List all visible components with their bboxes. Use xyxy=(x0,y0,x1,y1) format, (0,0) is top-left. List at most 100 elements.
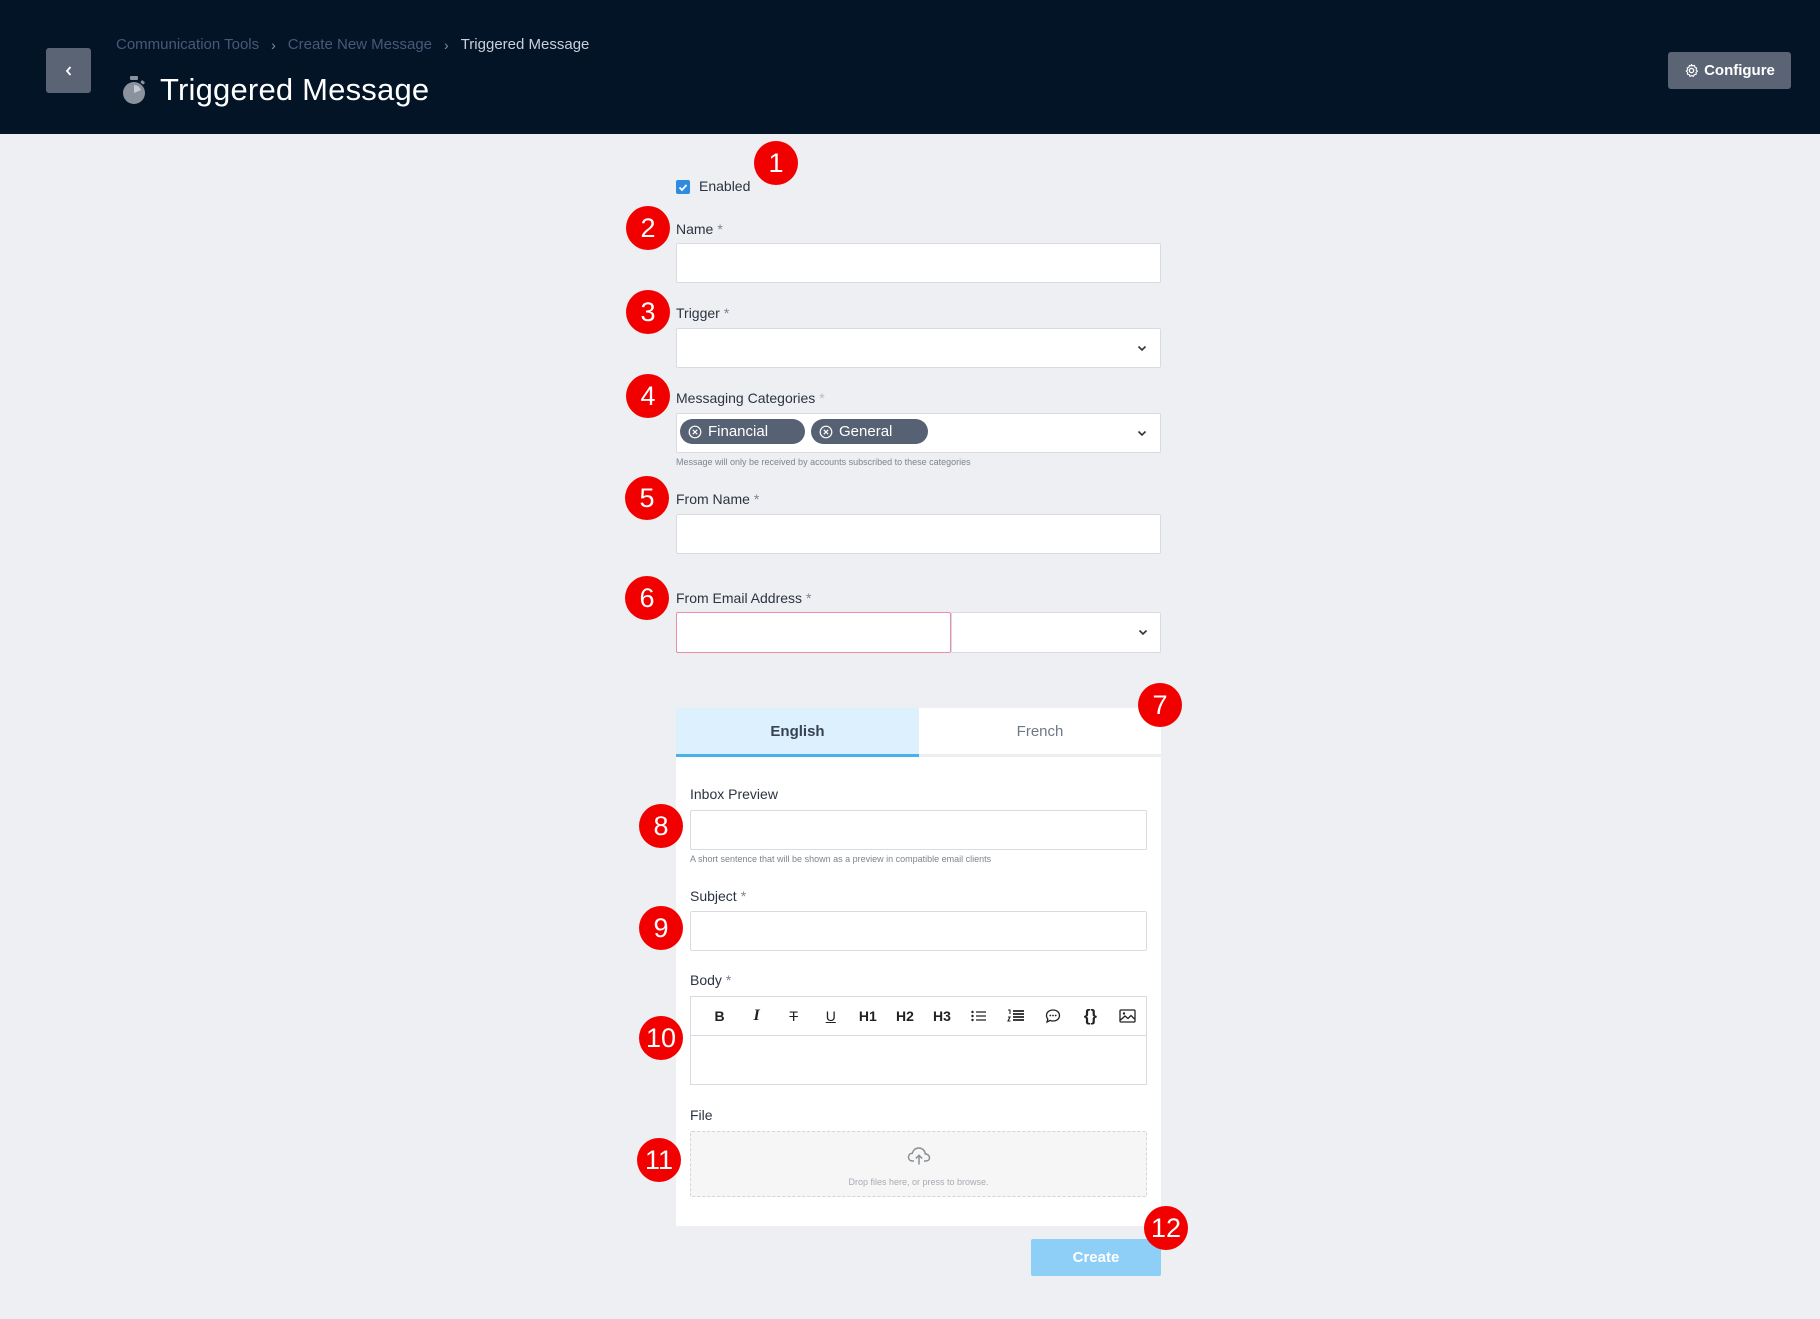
from-name-input[interactable] xyxy=(676,514,1161,554)
inbox-preview-input[interactable] xyxy=(690,810,1147,850)
numbered-list-button[interactable] xyxy=(998,1001,1035,1031)
page-title-wrap: Triggered Message xyxy=(120,72,429,108)
chevron-down-icon xyxy=(1137,345,1147,352)
configure-button[interactable]: Configure xyxy=(1668,52,1791,89)
from-email-domain-select[interactable] xyxy=(951,612,1161,653)
required-mark: * xyxy=(717,221,723,237)
image-icon xyxy=(1119,1009,1136,1023)
annotation-marker: 3 xyxy=(626,290,670,334)
required-mark: * xyxy=(819,390,825,406)
enabled-checkbox[interactable] xyxy=(676,180,690,194)
required-mark: * xyxy=(740,888,747,904)
numbered-list-icon xyxy=(1007,1009,1025,1022)
image-button[interactable] xyxy=(1109,1001,1146,1031)
annotation-marker: 7 xyxy=(1138,683,1182,727)
tab-french[interactable]: French xyxy=(919,708,1161,757)
category-chip-label: General xyxy=(839,423,893,440)
required-mark: * xyxy=(806,590,812,606)
body-label-text: Body xyxy=(690,972,722,988)
strikethrough-button[interactable]: T xyxy=(775,1001,812,1031)
breadcrumb-current: Triggered Message xyxy=(460,36,590,53)
chevron-down-icon xyxy=(1137,430,1147,437)
annotation-marker: 2 xyxy=(626,206,670,250)
name-input[interactable] xyxy=(676,243,1161,283)
trigger-label-text: Trigger xyxy=(676,305,720,321)
inbox-preview-hint: A short sentence that will be shown as a… xyxy=(690,854,992,864)
annotation-marker: 5 xyxy=(625,476,669,520)
code-button[interactable]: {} xyxy=(1072,1001,1109,1031)
subject-label-text: Subject xyxy=(690,888,737,904)
heading2-button[interactable]: H2 xyxy=(886,1001,923,1031)
annotation-marker: 12 xyxy=(1144,1206,1188,1250)
breadcrumb: Communication Tools › Create New Message… xyxy=(116,36,589,53)
heading2-icon: H2 xyxy=(895,1008,914,1024)
category-chip-label: Financial xyxy=(708,423,769,440)
body-editor-toolbar: B I T U H1 H2 H3 {} xyxy=(690,996,1147,1036)
trigger-select[interactable] xyxy=(676,328,1161,368)
from-email-label-text: From Email Address xyxy=(676,590,803,606)
back-button[interactable] xyxy=(46,48,91,93)
body-label: Body * xyxy=(690,972,731,988)
underline-button[interactable]: U xyxy=(812,1001,849,1031)
tab-english[interactable]: English xyxy=(676,708,919,757)
subject-label: Subject * xyxy=(690,888,746,904)
bold-button[interactable]: B xyxy=(701,1001,738,1031)
dropzone-text: Drop files here, or press to browse. xyxy=(848,1177,989,1187)
category-chip-general[interactable]: General xyxy=(811,419,928,444)
chevron-down-icon xyxy=(1138,629,1148,636)
heading3-button[interactable]: H3 xyxy=(923,1001,960,1031)
gear-icon xyxy=(1685,63,1699,77)
cloud-upload-icon xyxy=(907,1147,931,1165)
comment-icon xyxy=(1046,1009,1061,1024)
chevron-right-icon: › xyxy=(444,36,449,53)
remove-circle-icon[interactable] xyxy=(819,425,833,439)
categories-label-text: Messaging Categories xyxy=(676,390,816,406)
bullet-list-button[interactable] xyxy=(961,1001,998,1031)
italic-icon: I xyxy=(753,1007,760,1024)
top-header: Communication Tools › Create New Message… xyxy=(0,0,1820,134)
annotation-marker: 4 xyxy=(626,374,670,418)
file-dropzone[interactable]: Drop files here, or press to browse. xyxy=(690,1131,1147,1197)
annotation-marker: 8 xyxy=(639,804,683,848)
categories-label: Messaging Categories * xyxy=(676,390,825,406)
from-email-input[interactable] xyxy=(676,612,951,653)
inbox-preview-label: Inbox Preview xyxy=(690,786,778,802)
from-name-label-text: From Name xyxy=(676,491,750,507)
annotation-marker: 10 xyxy=(639,1016,683,1060)
bullet-list-icon xyxy=(971,1010,987,1022)
remove-circle-icon[interactable] xyxy=(688,425,702,439)
check-icon xyxy=(678,183,688,191)
create-button[interactable]: Create xyxy=(1031,1239,1161,1276)
enabled-label: Enabled xyxy=(699,178,751,194)
stopwatch-icon xyxy=(123,76,145,104)
required-mark: * xyxy=(723,305,730,321)
required-mark: * xyxy=(725,972,732,988)
configure-label: Configure xyxy=(1704,62,1775,79)
page-title: Triggered Message xyxy=(160,72,430,107)
bold-icon: B xyxy=(714,1008,725,1024)
italic-button[interactable]: I xyxy=(738,1001,775,1031)
breadcrumb-communication-tools[interactable]: Communication Tools xyxy=(116,36,259,53)
annotation-marker: 6 xyxy=(625,576,669,620)
chevron-right-icon: › xyxy=(271,36,276,53)
trigger-label: Trigger * xyxy=(676,305,729,321)
name-label-text: Name xyxy=(676,221,714,237)
annotation-marker: 1 xyxy=(754,141,798,185)
subject-input[interactable] xyxy=(690,911,1147,951)
required-mark: * xyxy=(753,491,760,507)
name-label: Name * xyxy=(676,221,723,237)
file-label: File xyxy=(690,1107,713,1123)
code-icon: {} xyxy=(1083,1006,1097,1025)
underline-icon: U xyxy=(825,1008,836,1024)
heading3-icon: H3 xyxy=(933,1008,951,1024)
from-email-label: From Email Address * xyxy=(676,590,812,606)
chevron-left-icon xyxy=(65,65,71,76)
strikethrough-icon: T xyxy=(789,1008,798,1024)
breadcrumb-create-new-message[interactable]: Create New Message xyxy=(288,36,432,53)
comment-button[interactable] xyxy=(1035,1001,1072,1031)
category-chip-financial[interactable]: Financial xyxy=(680,419,805,444)
from-name-label: From Name * xyxy=(676,491,759,507)
annotation-marker: 11 xyxy=(637,1138,681,1182)
body-editor[interactable] xyxy=(690,1036,1147,1085)
heading1-button[interactable]: H1 xyxy=(849,1001,886,1031)
